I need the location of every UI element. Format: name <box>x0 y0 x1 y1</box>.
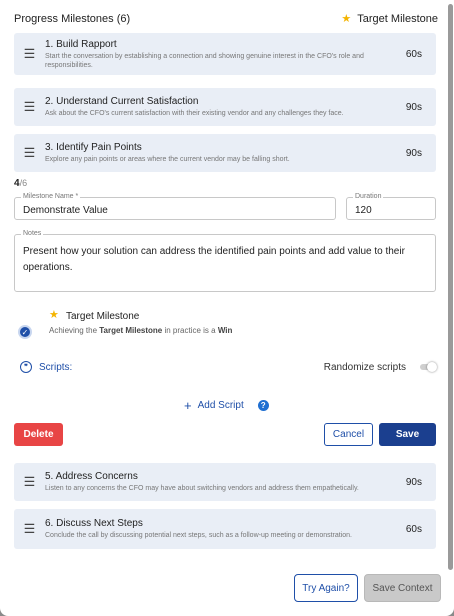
milestone-title: 6. Discuss Next Steps <box>45 518 143 529</box>
target-desc-bold: Target Milestone <box>99 326 163 335</box>
milestone-description: Listen to any concerns the CFO may have … <box>45 485 359 492</box>
milestone-duration: 60s <box>405 48 422 60</box>
panel-header: Progress Milestones (6) ★ Target Milesto… <box>14 12 438 26</box>
quote-icon: ❞ <box>20 361 32 373</box>
scripts-row: ❞ Scripts: Randomize scripts <box>20 361 437 375</box>
milestone-name-label: Milestone Name * <box>21 193 81 200</box>
milestones-panel: Progress Milestones (6) ★ Target Milesto… <box>0 0 454 616</box>
add-script-label: Add Script <box>197 400 244 411</box>
help-icon[interactable]: ? <box>257 400 269 411</box>
notes-field[interactable]: Notes Present how your solution can addr… <box>14 230 436 292</box>
target-desc-mid: in practice is a <box>162 326 218 335</box>
duration-label: Duration <box>353 193 384 200</box>
add-script-button[interactable]: + Add Script ? <box>184 398 269 413</box>
target-desc-win: Win <box>217 326 233 335</box>
randomize-scripts-toggle[interactable] <box>420 362 437 372</box>
plus-icon: + <box>184 398 192 413</box>
scrollbar[interactable] <box>448 4 453 570</box>
star-icon: ★ <box>49 309 59 321</box>
milestone-title: 3. Identify Pain Points <box>45 142 142 153</box>
check-circle-icon[interactable]: ✓ <box>18 325 32 339</box>
milestone-title: 5. Address Concerns <box>45 471 138 482</box>
save-button[interactable]: Save <box>379 423 436 446</box>
cancel-button[interactable]: Cancel <box>324 423 373 446</box>
drag-handle-icon[interactable]: ☰ <box>14 99 45 115</box>
milestone-name-field[interactable]: Milestone Name * Demonstrate Value <box>14 193 336 220</box>
drag-handle-icon[interactable]: ☰ <box>14 46 45 62</box>
milestone-description: Explore any pain points or areas where t… <box>45 156 290 163</box>
milestone-total: /6 <box>19 178 28 188</box>
target-milestone-legend: ★ Target Milestone <box>341 13 438 25</box>
notes-label: Notes <box>21 230 44 237</box>
save-context-button[interactable]: Save Context <box>364 574 441 602</box>
star-icon: ★ <box>341 12 352 25</box>
target-desc-prefix: Achieving the <box>49 326 100 335</box>
duration-field[interactable]: Duration 120 <box>346 193 436 220</box>
milestone-card-1[interactable]: ☰ 1. Build Rapport Start the conversatio… <box>14 33 436 75</box>
milestone-card-5[interactable]: ☰ 5. Address Concerns Listen to any conc… <box>14 463 436 501</box>
drag-handle-icon[interactable]: ☰ <box>14 145 45 161</box>
randomize-scripts-label: Randomize scripts <box>323 362 406 373</box>
notes-value[interactable]: Present how your solution can address th… <box>23 244 425 276</box>
target-milestone-title: Target Milestone <box>66 311 140 322</box>
milestone-duration: 60s <box>405 523 422 535</box>
milestone-description: Start the conversation by establishing a… <box>45 52 364 69</box>
milestone-title: 1. Build Rapport <box>45 38 117 50</box>
milestone-name-value[interactable]: Demonstrate Value <box>23 205 108 216</box>
drag-handle-icon[interactable]: ☰ <box>14 474 45 490</box>
milestone-counter: 4/6 <box>14 178 27 189</box>
duration-value[interactable]: 120 <box>355 205 372 216</box>
target-milestone-legend-label: Target Milestone <box>357 13 438 25</box>
milestone-duration: 90s <box>405 476 422 488</box>
milestone-title: 2. Understand Current Satisfaction <box>45 96 199 107</box>
milestone-card-6[interactable]: ☰ 6. Discuss Next Steps Conclude the cal… <box>14 509 436 549</box>
delete-button[interactable]: Delete <box>14 423 63 446</box>
scripts-label: Scripts: <box>39 362 73 373</box>
toggle-knob[interactable] <box>427 362 437 372</box>
drag-handle-icon[interactable]: ☰ <box>14 521 45 537</box>
target-milestone-option[interactable]: ✓ ★ Target Milestone Achieving the Targe… <box>14 305 434 345</box>
try-again-button[interactable]: Try Again? <box>294 574 358 602</box>
milestone-card-3[interactable]: ☰ 3. Identify Pain Points Explore any pa… <box>14 134 436 172</box>
milestone-card-2[interactable]: ☰ 2. Understand Current Satisfaction Ask… <box>14 88 436 126</box>
panel-title: Progress Milestones (6) <box>14 13 131 25</box>
milestone-description: Conclude the call by discussing potentia… <box>45 532 353 539</box>
milestone-duration: 90s <box>405 101 422 113</box>
milestone-description: Ask about the CFO's current satisfaction… <box>45 110 344 117</box>
milestone-duration: 90s <box>405 147 422 159</box>
target-milestone-description: Achieving the Target Milestone in practi… <box>49 326 232 335</box>
